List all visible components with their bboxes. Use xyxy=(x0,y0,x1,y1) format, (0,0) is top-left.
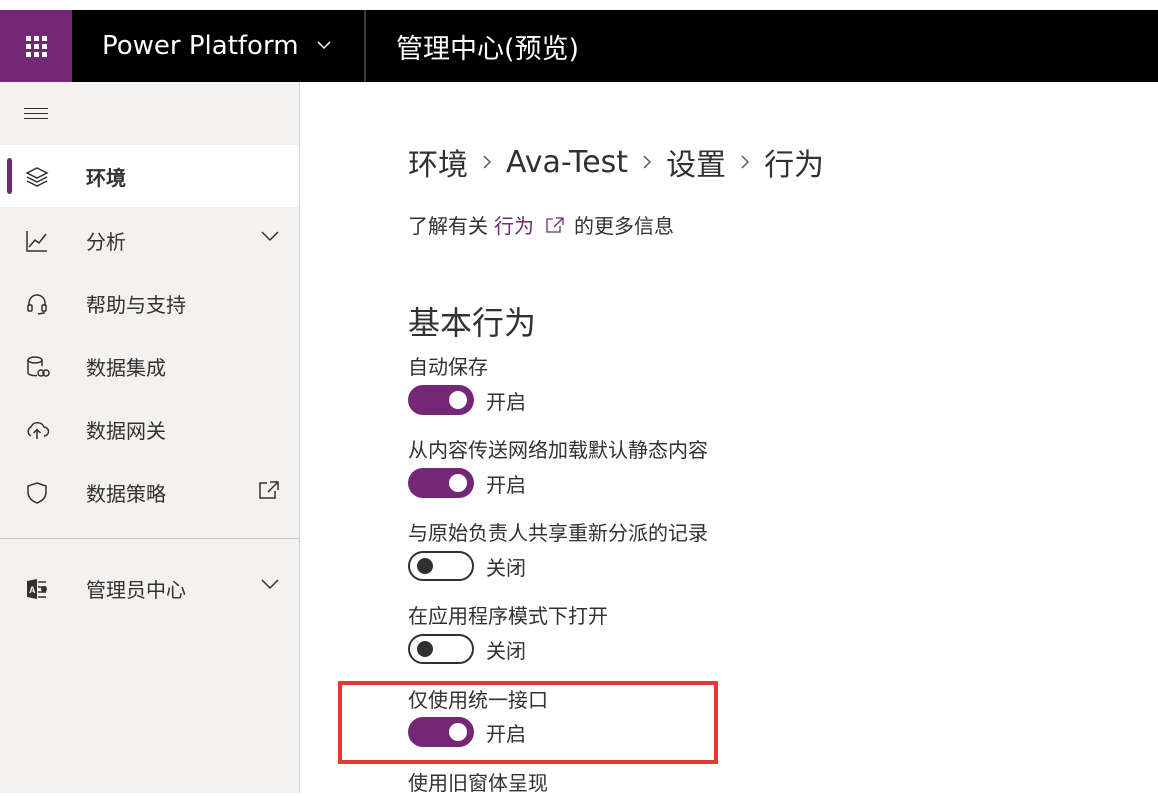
setting-label-app-mode: 在应用程序模式下打开 xyxy=(408,604,608,628)
svg-text:A: A xyxy=(29,585,36,595)
app-switcher[interactable]: Power Platform xyxy=(72,10,364,82)
section-title: 基本行为 xyxy=(408,304,537,342)
sidebar-item-data-integration[interactable]: 数据集成 xyxy=(0,335,299,397)
selected-indicator xyxy=(7,158,12,194)
chevron-right-icon xyxy=(642,154,652,170)
sidebar-item-help-support[interactable]: 帮助与支持 xyxy=(0,272,299,334)
setting-cdn: 开启 xyxy=(408,468,526,498)
sidebar-item-data-gateway[interactable]: 数据网关 xyxy=(0,398,299,460)
chevron-right-icon xyxy=(740,154,750,170)
learn-more-link[interactable]: 行为 xyxy=(494,210,534,239)
sidebar: 环境 分析 帮助与支持 数据集成 数据网关 数据策略 A 管理员中心 xyxy=(0,82,300,793)
breadcrumb-environments[interactable]: 环境 xyxy=(408,140,468,184)
toggle-state-label: 关闭 xyxy=(486,638,526,663)
chevron-right-icon xyxy=(482,154,492,170)
learn-more-suffix: 的更多信息 xyxy=(574,214,674,238)
chart-line-icon xyxy=(26,231,47,252)
shield-icon xyxy=(27,482,47,504)
sidebar-item-environments[interactable]: 环境 xyxy=(0,145,299,207)
layers-icon xyxy=(25,167,49,187)
app-mode-toggle[interactable] xyxy=(408,634,474,664)
toggle-state-label: 开启 xyxy=(486,472,526,497)
setting-label-share-reassigned: 与原始负责人共享重新分派的记录 xyxy=(408,521,708,545)
top-bar: Power Platform 管理中心(预览) xyxy=(0,10,1158,82)
sidebar-item-label: 管理员中心 xyxy=(86,577,186,602)
sidebar-item-label: 数据策略 xyxy=(86,481,166,506)
chevron-down-icon xyxy=(261,579,279,590)
toggle-state-label: 开启 xyxy=(486,389,526,414)
sidebar-item-analytics[interactable]: 分析 xyxy=(0,209,299,271)
breadcrumb-settings[interactable]: 设置 xyxy=(666,140,726,184)
sidebar-item-label: 帮助与支持 xyxy=(86,292,186,317)
sidebar-item-data-policies[interactable]: 数据策略 xyxy=(0,461,299,523)
headset-icon xyxy=(27,294,47,315)
autosave-toggle[interactable] xyxy=(408,385,474,415)
breadcrumb-current-page: 行为 xyxy=(764,148,825,183)
learn-more-prefix: 了解有关 xyxy=(408,214,488,238)
external-link-icon xyxy=(546,216,564,233)
external-link-icon xyxy=(259,481,279,499)
sidebar-item-label: 分析 xyxy=(86,229,126,254)
header-divider xyxy=(364,10,366,82)
sidebar-item-label: 数据网关 xyxy=(86,418,166,443)
hamburger-menu-icon[interactable] xyxy=(24,108,48,122)
sidebar-divider xyxy=(0,538,299,539)
page-header: 管理中心(预览) xyxy=(396,33,580,65)
app-name: Power Platform xyxy=(102,31,299,61)
chevron-down-icon xyxy=(261,231,279,242)
highlight-annotation-box xyxy=(338,681,718,764)
breadcrumb-environment-name[interactable]: Ava-Test xyxy=(506,145,628,180)
chevron-down-icon xyxy=(317,41,331,50)
setting-share-reassigned: 关闭 xyxy=(408,551,526,581)
sidebar-item-label: 数据集成 xyxy=(86,355,166,380)
admin-center-icon: A xyxy=(27,579,47,599)
learn-more-text: 了解有关 行为 的更多信息 xyxy=(408,210,674,239)
cdn-toggle[interactable] xyxy=(408,468,474,498)
setting-app-mode: 关闭 xyxy=(408,634,526,664)
share-reassigned-toggle[interactable] xyxy=(408,551,474,581)
waffle-icon xyxy=(25,35,47,57)
setting-label-autosave: 自动保存 xyxy=(408,355,488,379)
breadcrumb: 环境 Ava-Test 设置 行为 xyxy=(408,140,824,184)
setting-label-cdn: 从内容传送网络加载默认静态内容 xyxy=(408,438,708,462)
cloud-upload-icon xyxy=(27,421,50,439)
sidebar-item-label: 环境 xyxy=(86,165,126,190)
setting-label-legacy-form: 使用旧窗体呈现 xyxy=(408,771,548,795)
app-launcher-button[interactable] xyxy=(0,10,72,82)
sidebar-item-admin-center[interactable]: A 管理员中心 xyxy=(0,557,299,619)
database-link-icon xyxy=(27,356,50,377)
toggle-state-label: 关闭 xyxy=(486,555,526,580)
setting-autosave: 开启 xyxy=(408,385,526,415)
